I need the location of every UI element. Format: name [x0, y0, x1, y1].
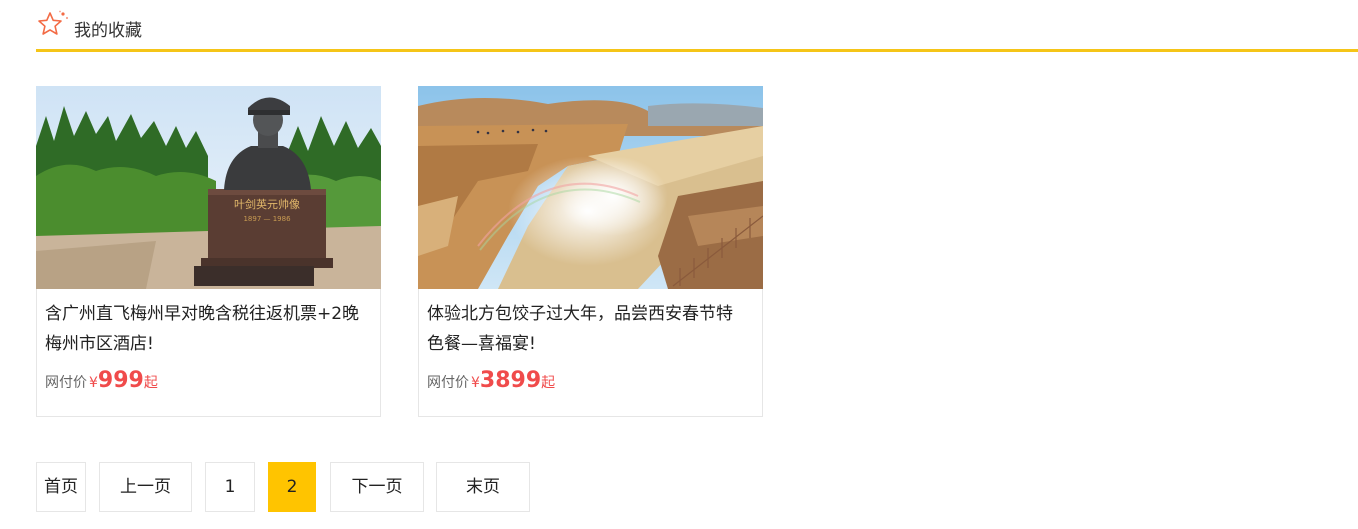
price-value: 3899 [479, 368, 542, 393]
price-suffix: 起 [143, 375, 158, 391]
favorite-card[interactable]: 体验北方包饺子过大年，品尝西安春节特色餐—喜福宴! 网付价 ¥3899起 [418, 86, 763, 417]
first-page-button[interactable]: 首页 [36, 462, 86, 512]
page-title: 我的收藏 [74, 21, 142, 41]
card-title[interactable]: 含广州直飞梅州早对晚含税往返机票+2晚梅州市区酒店! [45, 299, 365, 359]
price-currency: ¥ [471, 375, 480, 391]
prev-page-button[interactable]: 上一页 [99, 462, 192, 512]
favorites-header: 我的收藏 [36, 8, 1358, 52]
card-price: 网付价 ¥999起 [45, 367, 158, 397]
price-currency: ¥ [89, 375, 98, 391]
price-value: 999 [97, 368, 144, 393]
card-title[interactable]: 体验北方包饺子过大年，品尝西安春节特色餐—喜福宴! [427, 299, 747, 359]
statue-plaque-years: 1897 — 1986 [243, 215, 291, 223]
page-button-2-current[interactable]: 2 [268, 462, 316, 512]
card-image-waterfall[interactable] [418, 86, 763, 289]
price-label: 网付价 [427, 375, 469, 391]
next-page-button[interactable]: 下一页 [330, 462, 424, 512]
statue-plaque-text: 叶剑英元帅像 [234, 197, 300, 211]
favorites-page: 我的收藏 叶剑英元帅像 1897 — 1986 含广州直飞梅州早对晚含税往返机票… [0, 0, 1358, 529]
page-button-1[interactable]: 1 [205, 462, 255, 512]
card-price: 网付价 ¥3899起 [427, 367, 555, 397]
last-page-button[interactable]: 末页 [436, 462, 530, 512]
card-image-statue[interactable]: 叶剑英元帅像 1897 — 1986 [36, 86, 381, 289]
price-suffix: 起 [541, 375, 556, 391]
price-label: 网付价 [45, 375, 87, 391]
star-icon [36, 10, 72, 40]
favorite-card[interactable]: 叶剑英元帅像 1897 — 1986 含广州直飞梅州早对晚含税往返机票+2晚梅州… [36, 86, 381, 417]
